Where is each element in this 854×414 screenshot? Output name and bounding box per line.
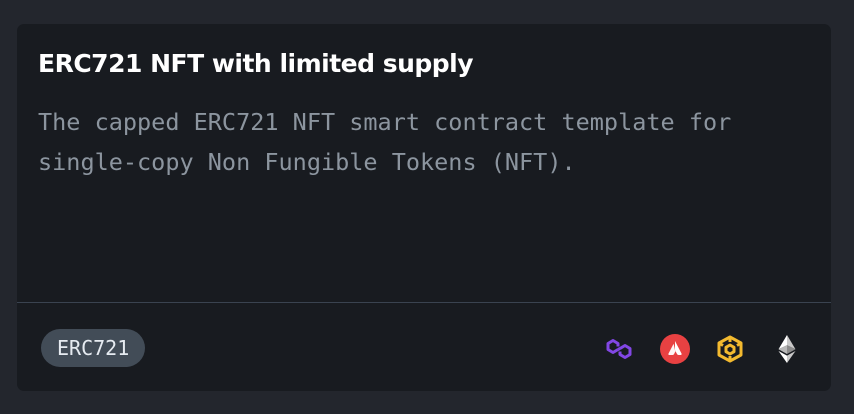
contract-template-card[interactable]: ERC721 NFT with limited supply The cappe… — [17, 24, 831, 391]
ethereum-icon — [771, 333, 803, 365]
polygon-icon — [603, 333, 635, 365]
avalanche-icon — [659, 333, 691, 365]
card-divider — [17, 302, 831, 303]
standard-tag: ERC721 — [41, 329, 146, 367]
bnb-icon — [714, 333, 746, 365]
card-title: ERC721 NFT with limited supply — [38, 49, 474, 78]
card-description: The capped ERC721 NFT smart contract tem… — [38, 108, 732, 176]
